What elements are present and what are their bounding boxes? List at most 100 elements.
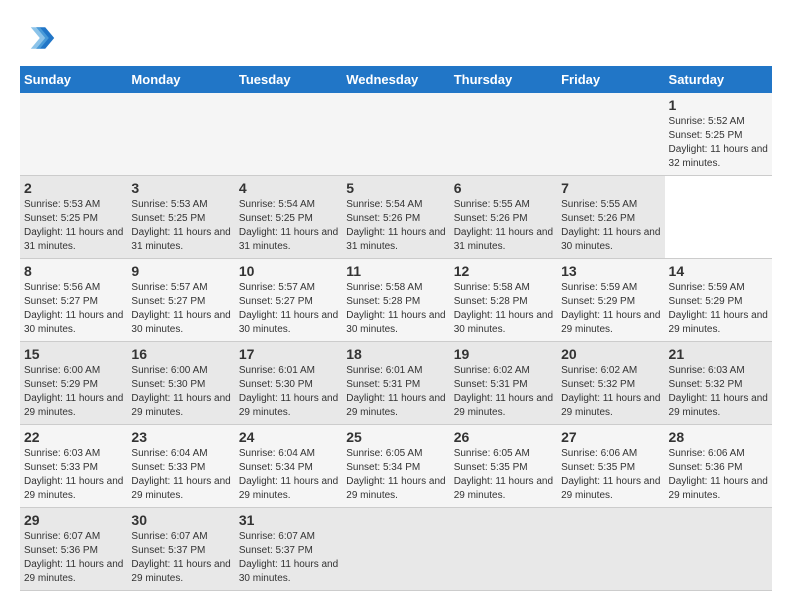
calendar-cell [342, 93, 449, 176]
day-info: Sunrise: 5:57 AM Sunset: 5:27 PM Dayligh… [239, 281, 338, 337]
sunrise: Sunrise: 6:00 AM [131, 365, 207, 376]
sunrise: Sunrise: 5:53 AM [24, 199, 100, 210]
day-number: 2 [24, 180, 123, 196]
day-number: 21 [669, 346, 768, 362]
sunrise: Sunrise: 6:05 AM [454, 448, 530, 459]
day-info: Sunrise: 6:00 AM Sunset: 5:30 PM Dayligh… [131, 364, 230, 420]
sunrise: Sunrise: 6:06 AM [669, 448, 745, 459]
day-number: 14 [669, 263, 768, 279]
day-number: 29 [24, 512, 123, 528]
sunset: Sunset: 5:31 PM [454, 379, 528, 390]
calendar-cell: 5 Sunrise: 5:54 AM Sunset: 5:26 PM Dayli… [342, 176, 449, 259]
sunrise: Sunrise: 5:57 AM [239, 282, 315, 293]
day-number: 24 [239, 429, 338, 445]
daylight: Daylight: 11 hours and 29 minutes. [669, 310, 768, 335]
calendar-cell [342, 508, 449, 591]
week-row-2: 2 Sunrise: 5:53 AM Sunset: 5:25 PM Dayli… [20, 176, 772, 259]
day-number: 31 [239, 512, 338, 528]
sunrise: Sunrise: 6:03 AM [24, 448, 100, 459]
sunset: Sunset: 5:26 PM [454, 213, 528, 224]
calendar-cell: 8 Sunrise: 5:56 AM Sunset: 5:27 PM Dayli… [20, 259, 127, 342]
week-row-6: 29 Sunrise: 6:07 AM Sunset: 5:36 PM Dayl… [20, 508, 772, 591]
calendar-cell: 3 Sunrise: 5:53 AM Sunset: 5:25 PM Dayli… [127, 176, 234, 259]
day-info: Sunrise: 5:54 AM Sunset: 5:25 PM Dayligh… [239, 198, 338, 254]
day-info: Sunrise: 5:58 AM Sunset: 5:28 PM Dayligh… [454, 281, 553, 337]
column-header-tuesday: Tuesday [235, 66, 342, 93]
daylight: Daylight: 11 hours and 31 minutes. [24, 227, 123, 252]
daylight: Daylight: 11 hours and 29 minutes. [346, 476, 445, 501]
calendar-cell: 27 Sunrise: 6:06 AM Sunset: 5:35 PM Dayl… [557, 425, 664, 508]
daylight: Daylight: 11 hours and 31 minutes. [346, 227, 445, 252]
day-number: 13 [561, 263, 660, 279]
sunset: Sunset: 5:34 PM [346, 462, 420, 473]
day-number: 23 [131, 429, 230, 445]
calendar-cell: 10 Sunrise: 5:57 AM Sunset: 5:27 PM Dayl… [235, 259, 342, 342]
sunrise: Sunrise: 6:01 AM [239, 365, 315, 376]
daylight: Daylight: 11 hours and 29 minutes. [669, 476, 768, 501]
sunset: Sunset: 5:25 PM [239, 213, 313, 224]
sunset: Sunset: 5:36 PM [669, 462, 743, 473]
calendar-cell: 17 Sunrise: 6:01 AM Sunset: 5:30 PM Dayl… [235, 342, 342, 425]
day-number: 16 [131, 346, 230, 362]
sunset: Sunset: 5:37 PM [131, 545, 205, 556]
sunset: Sunset: 5:34 PM [239, 462, 313, 473]
calendar-cell [235, 93, 342, 176]
sunrise: Sunrise: 6:03 AM [669, 365, 745, 376]
day-number: 22 [24, 429, 123, 445]
sunrise: Sunrise: 6:07 AM [24, 531, 100, 542]
sunset: Sunset: 5:27 PM [131, 296, 205, 307]
day-info: Sunrise: 5:58 AM Sunset: 5:28 PM Dayligh… [346, 281, 445, 337]
day-info: Sunrise: 6:02 AM Sunset: 5:31 PM Dayligh… [454, 364, 553, 420]
sunrise: Sunrise: 6:02 AM [454, 365, 530, 376]
sunset: Sunset: 5:33 PM [24, 462, 98, 473]
daylight: Daylight: 11 hours and 29 minutes. [239, 476, 338, 501]
day-info: Sunrise: 5:53 AM Sunset: 5:25 PM Dayligh… [24, 198, 123, 254]
daylight: Daylight: 11 hours and 29 minutes. [131, 476, 230, 501]
day-number: 11 [346, 263, 445, 279]
day-info: Sunrise: 6:06 AM Sunset: 5:36 PM Dayligh… [669, 447, 768, 503]
sunrise: Sunrise: 5:54 AM [346, 199, 422, 210]
calendar-cell [450, 93, 557, 176]
sunrise: Sunrise: 6:07 AM [239, 531, 315, 542]
day-number: 27 [561, 429, 660, 445]
sunrise: Sunrise: 6:04 AM [131, 448, 207, 459]
daylight: Daylight: 11 hours and 31 minutes. [131, 227, 230, 252]
daylight: Daylight: 11 hours and 31 minutes. [239, 227, 338, 252]
day-number: 15 [24, 346, 123, 362]
daylight: Daylight: 11 hours and 30 minutes. [346, 310, 445, 335]
sunrise: Sunrise: 5:58 AM [454, 282, 530, 293]
sunset: Sunset: 5:28 PM [346, 296, 420, 307]
daylight: Daylight: 11 hours and 29 minutes. [24, 559, 123, 584]
sunrise: Sunrise: 6:07 AM [131, 531, 207, 542]
daylight: Daylight: 11 hours and 32 minutes. [669, 144, 768, 169]
sunset: Sunset: 5:35 PM [454, 462, 528, 473]
daylight: Daylight: 11 hours and 29 minutes. [24, 476, 123, 501]
day-number: 3 [131, 180, 230, 196]
daylight: Daylight: 11 hours and 30 minutes. [561, 227, 660, 252]
week-row-3: 8 Sunrise: 5:56 AM Sunset: 5:27 PM Dayli… [20, 259, 772, 342]
calendar-cell: 30 Sunrise: 6:07 AM Sunset: 5:37 PM Dayl… [127, 508, 234, 591]
sunrise: Sunrise: 5:56 AM [24, 282, 100, 293]
day-info: Sunrise: 6:05 AM Sunset: 5:34 PM Dayligh… [346, 447, 445, 503]
day-info: Sunrise: 5:59 AM Sunset: 5:29 PM Dayligh… [669, 281, 768, 337]
sunset: Sunset: 5:29 PM [24, 379, 98, 390]
day-number: 20 [561, 346, 660, 362]
calendar-cell: 16 Sunrise: 6:00 AM Sunset: 5:30 PM Dayl… [127, 342, 234, 425]
daylight: Daylight: 11 hours and 30 minutes. [239, 559, 338, 584]
daylight: Daylight: 11 hours and 31 minutes. [454, 227, 553, 252]
calendar-cell: 21 Sunrise: 6:03 AM Sunset: 5:32 PM Dayl… [665, 342, 772, 425]
sunrise: Sunrise: 6:00 AM [24, 365, 100, 376]
daylight: Daylight: 11 hours and 29 minutes. [346, 393, 445, 418]
calendar-cell: 11 Sunrise: 5:58 AM Sunset: 5:28 PM Dayl… [342, 259, 449, 342]
sunset: Sunset: 5:25 PM [24, 213, 98, 224]
sunset: Sunset: 5:32 PM [669, 379, 743, 390]
sunrise: Sunrise: 6:05 AM [346, 448, 422, 459]
calendar-cell: 28 Sunrise: 6:06 AM Sunset: 5:36 PM Dayl… [665, 425, 772, 508]
daylight: Daylight: 11 hours and 30 minutes. [239, 310, 338, 335]
day-info: Sunrise: 5:52 AM Sunset: 5:25 PM Dayligh… [669, 115, 768, 171]
day-number: 10 [239, 263, 338, 279]
logo-icon [20, 20, 56, 56]
sunset: Sunset: 5:30 PM [239, 379, 313, 390]
sunrise: Sunrise: 6:04 AM [239, 448, 315, 459]
day-info: Sunrise: 6:05 AM Sunset: 5:35 PM Dayligh… [454, 447, 553, 503]
